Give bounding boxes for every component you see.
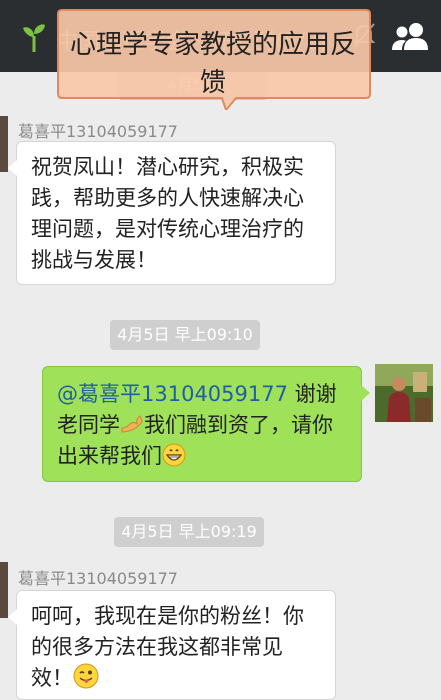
sender-name: 葛喜平13104059177: [18, 122, 178, 141]
message-text: 祝贺凤山！潜心研究，积极实践，帮助更多的人快速解决心理问题，是对传统心理治疗的挑…: [31, 155, 304, 272]
grinning-emoji: [162, 443, 186, 467]
mute-icon: [353, 23, 375, 47]
phone-link[interactable]: 13104059177: [141, 382, 288, 406]
message-bubble-incoming[interactable]: 呵呵，我现在是你的粉丝！你的很多方法在我这都非常见效！: [8, 590, 336, 700]
message-bubble-incoming[interactable]: 祝贺凤山！潜心研究，积极实践，帮助更多的人快速解决心理问题，是对传统心理治疗的挑…: [8, 141, 336, 285]
winking-tongue-emoji: [73, 663, 99, 689]
flexed-arm-emoji: [121, 415, 143, 433]
contacts-icon[interactable]: [391, 22, 431, 50]
avatar-photo: [375, 364, 433, 422]
chat-title: 中国心理学会 · 好友群(5/8): [56, 30, 328, 55]
avatar[interactable]: [0, 562, 8, 618]
message-text: 呵呵，我现在是你的粉丝！你的很多方法在我这都非常见效！: [31, 604, 304, 690]
timestamp-top: 4月5日: [118, 70, 268, 100]
sender-name: 葛喜平13104059177: [18, 569, 178, 588]
chat-title-bar: 中国心理学会 · 好友群(5/8): [0, 0, 441, 72]
avatar[interactable]: [0, 116, 8, 172]
avatar[interactable]: [375, 364, 433, 422]
sprout-icon[interactable]: [22, 22, 46, 52]
timestamp: 4月5日 早上09:10: [110, 320, 260, 350]
timestamp: 4月5日 早上09:19: [114, 517, 264, 547]
message-bubble-outgoing[interactable]: @葛喜平13104059177 谢谢老同学 我们融到资了，请你出来帮我们: [42, 366, 370, 482]
mention-link[interactable]: @葛喜平: [57, 382, 141, 406]
